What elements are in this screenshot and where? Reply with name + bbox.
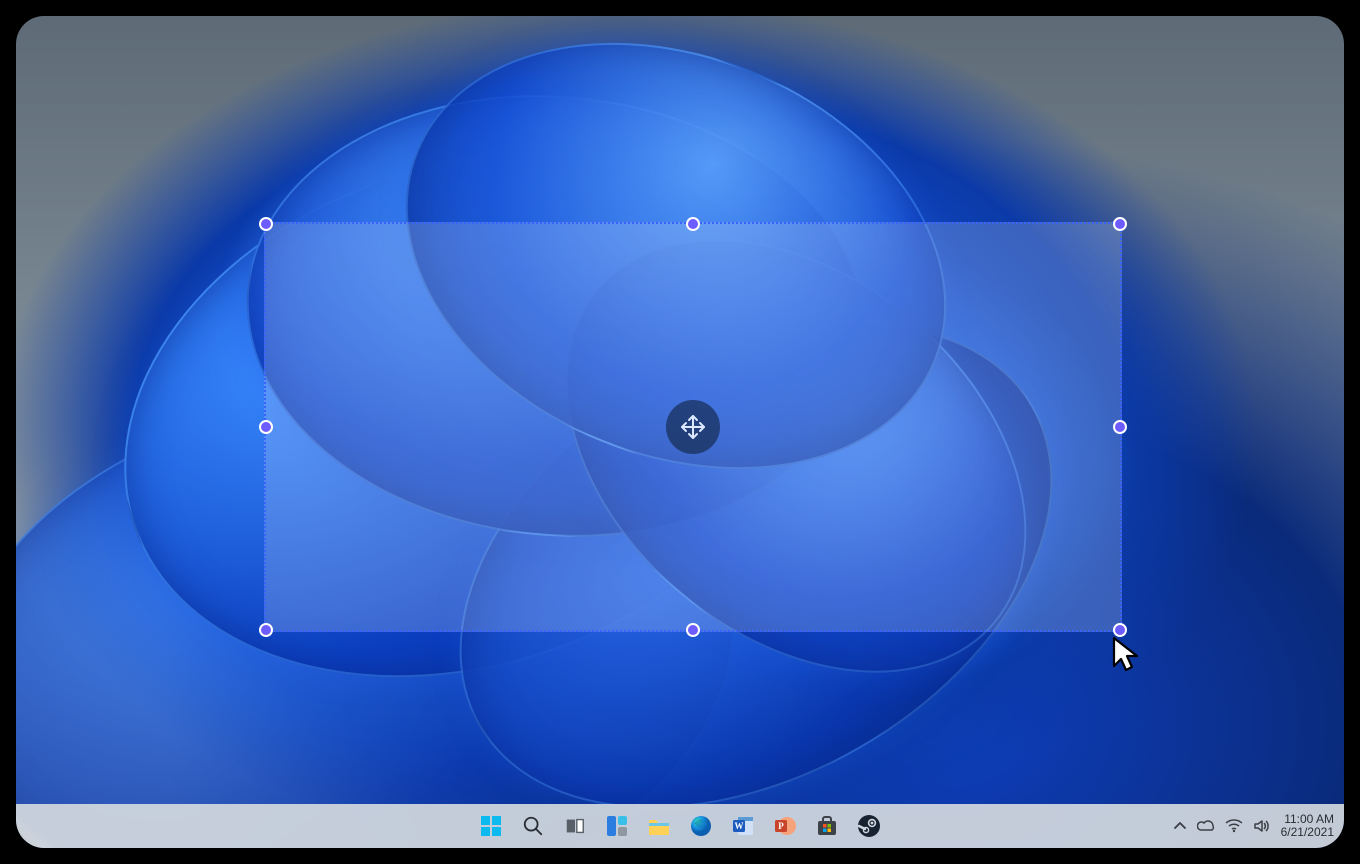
resize-handle-nw[interactable] [259, 217, 273, 231]
taskbar: W P [16, 804, 1344, 848]
move-icon [678, 412, 708, 442]
widgets-icon [605, 814, 629, 838]
svg-text:W: W [735, 821, 744, 831]
volume-button[interactable] [1253, 819, 1271, 833]
steam-icon [857, 814, 881, 838]
resize-handle-ne[interactable] [1113, 217, 1127, 231]
file-explorer-button[interactable] [641, 808, 677, 844]
resize-handle-sw[interactable] [259, 623, 273, 637]
microsoft-store-icon [815, 814, 839, 838]
resize-handle-s[interactable] [686, 623, 700, 637]
speaker-icon [1253, 819, 1271, 833]
file-explorer-icon [647, 815, 671, 837]
selection-rectangle[interactable] [264, 222, 1122, 632]
clock-date: 6/21/2021 [1281, 826, 1334, 839]
steam-button[interactable] [851, 808, 887, 844]
wifi-icon [1225, 819, 1243, 833]
word-button[interactable]: W [725, 808, 761, 844]
microsoft-store-button[interactable] [809, 808, 845, 844]
word-icon: W [731, 814, 755, 838]
taskbar-center: W P [473, 808, 887, 844]
onedrive-button[interactable] [1197, 819, 1215, 833]
edge-button[interactable] [683, 808, 719, 844]
resize-handle-se[interactable] [1113, 623, 1127, 637]
search-icon [522, 815, 544, 837]
screen-frame: W P [16, 16, 1344, 848]
task-view-icon [564, 815, 586, 837]
widgets-button[interactable] [599, 808, 635, 844]
resize-handle-n[interactable] [686, 217, 700, 231]
powerpoint-button[interactable]: P [767, 808, 803, 844]
svg-text:P: P [778, 821, 784, 831]
resize-handle-e[interactable] [1113, 420, 1127, 434]
chevron-up-icon [1173, 819, 1187, 833]
edge-icon [689, 814, 713, 838]
powerpoint-icon: P [773, 814, 797, 838]
tray-overflow-button[interactable] [1173, 819, 1187, 833]
cloud-icon [1197, 819, 1215, 833]
start-button[interactable] [473, 808, 509, 844]
move-handle[interactable] [666, 400, 720, 454]
clock-button[interactable]: 11:00 AM 6/21/2021 [1281, 813, 1334, 839]
start-icon [480, 815, 502, 837]
system-tray: 11:00 AM 6/21/2021 [1173, 804, 1334, 848]
task-view-button[interactable] [557, 808, 593, 844]
wifi-button[interactable] [1225, 819, 1243, 833]
search-button[interactable] [515, 808, 551, 844]
resize-handle-w[interactable] [259, 420, 273, 434]
